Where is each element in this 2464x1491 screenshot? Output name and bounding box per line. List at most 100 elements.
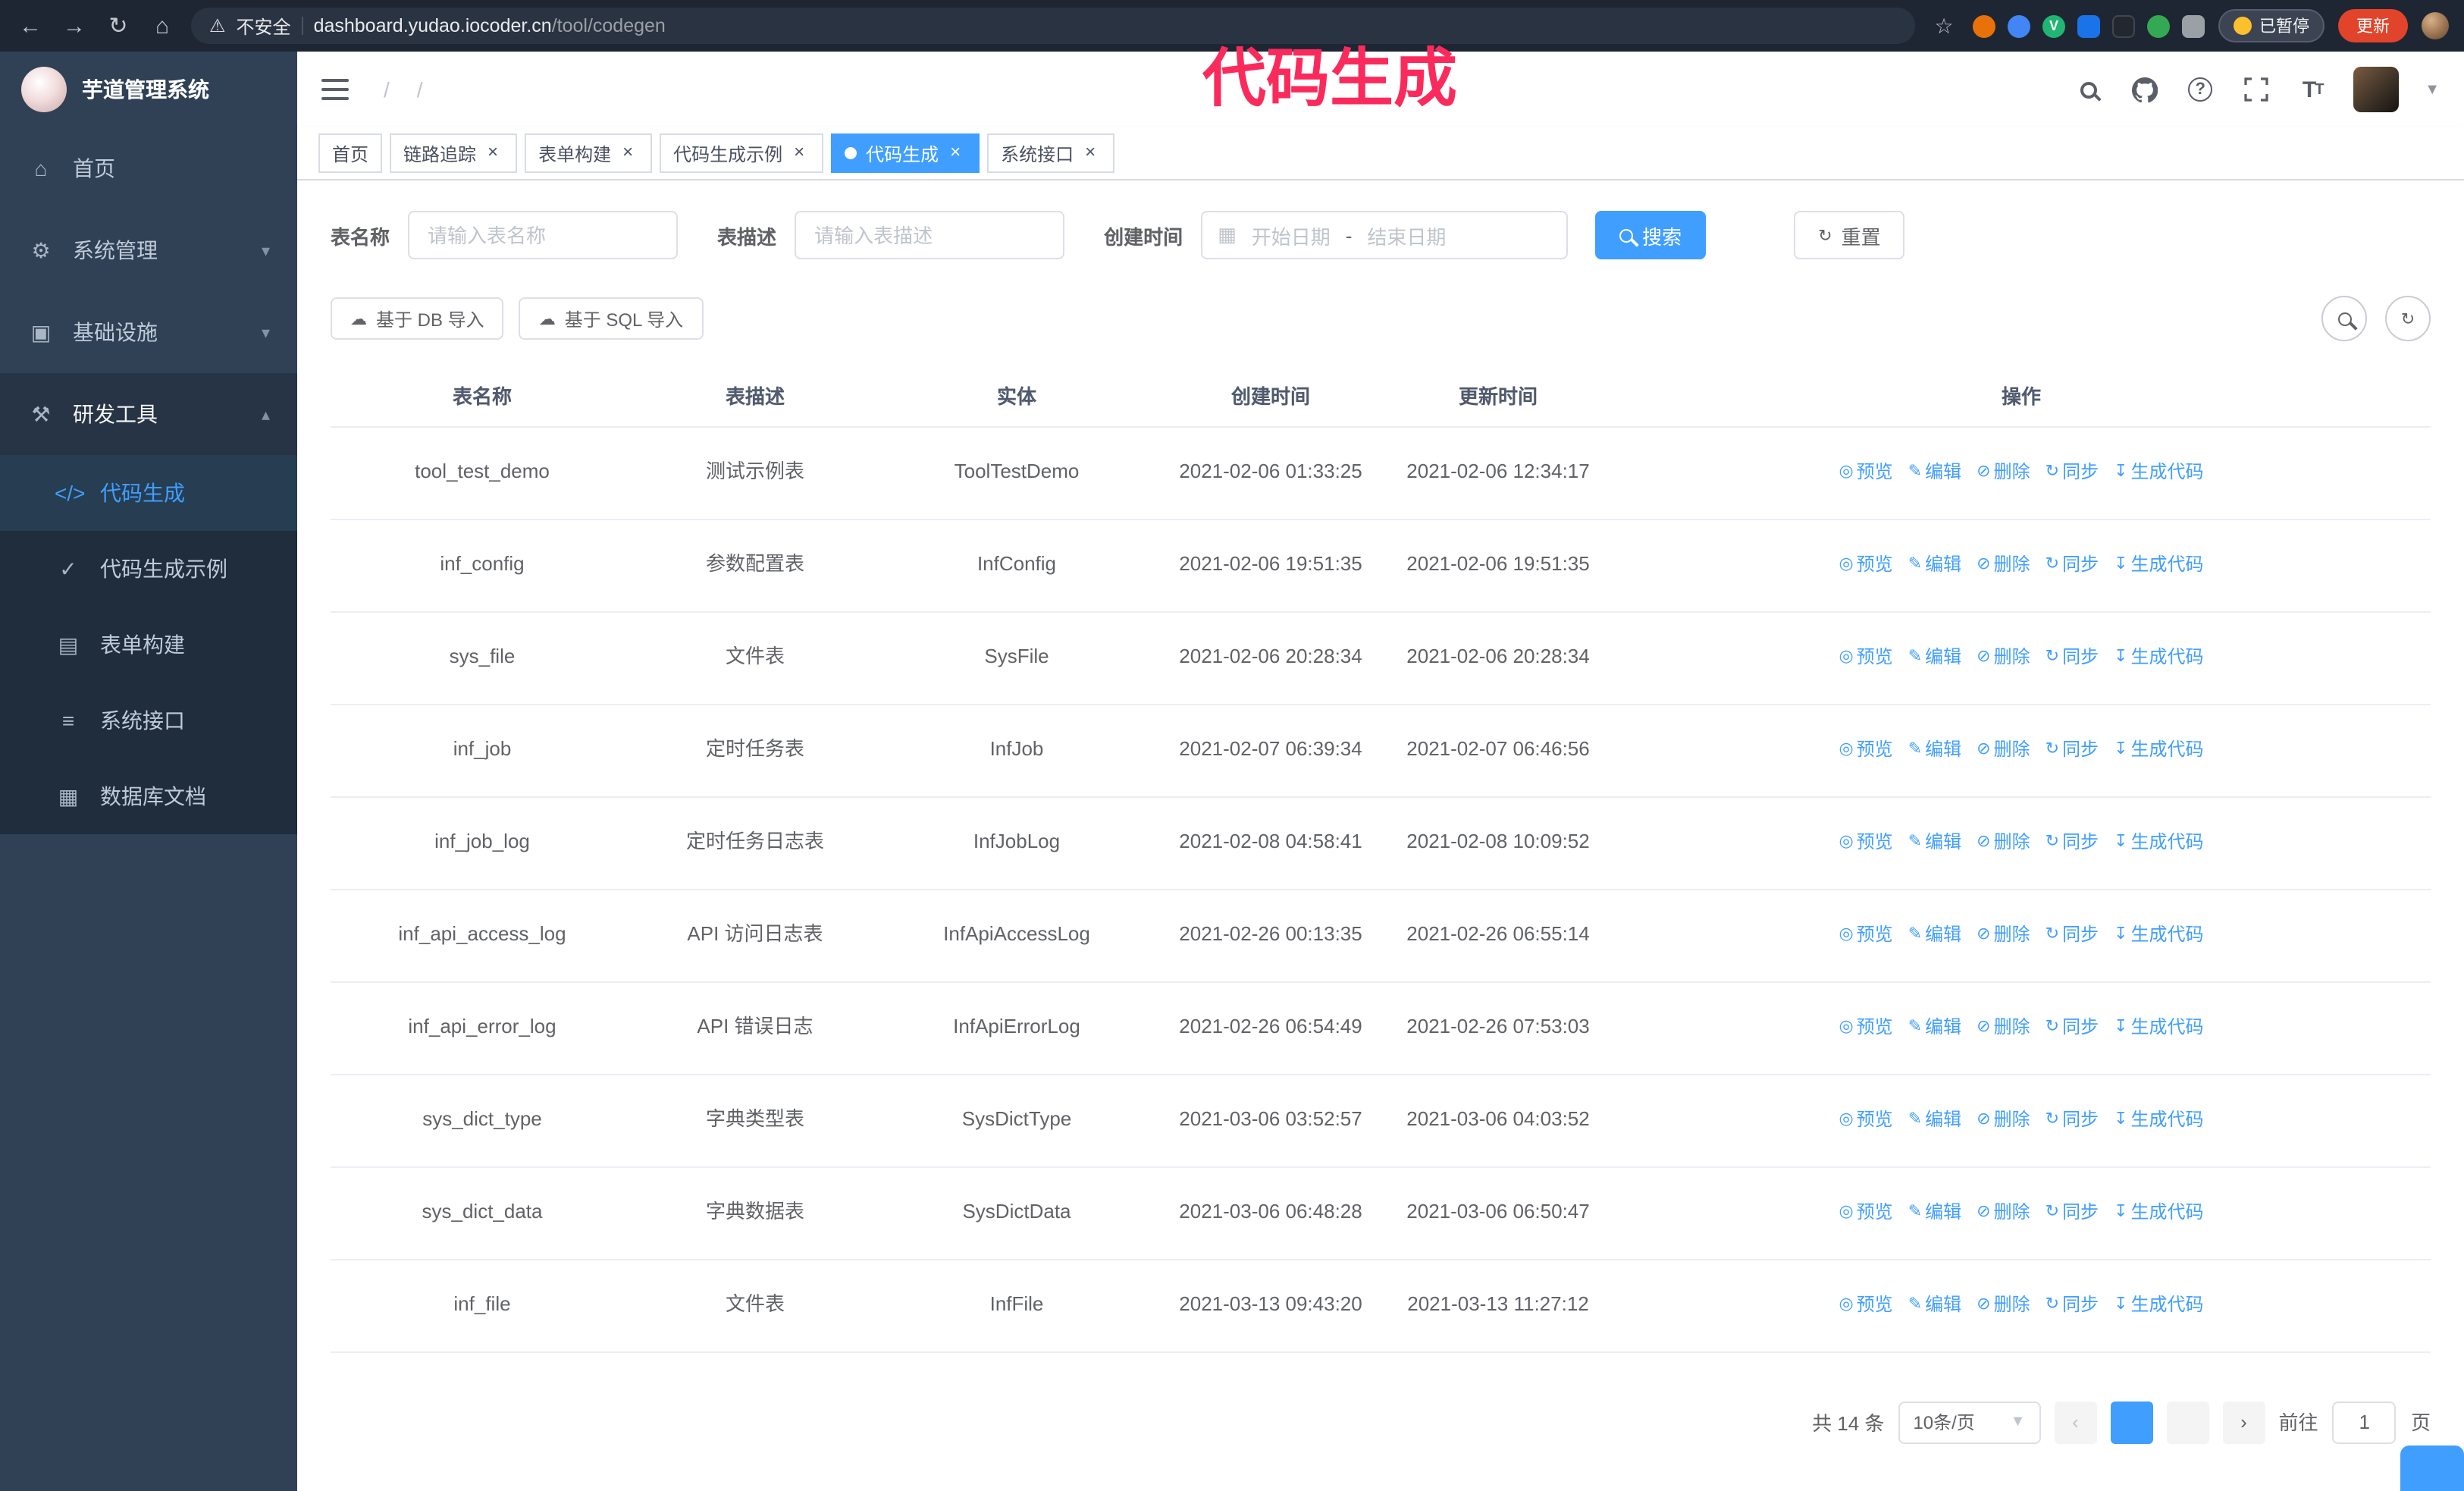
date-range-picker[interactable]: 开始日期 - 结束日期 — [1201, 211, 1569, 259]
date-start-placeholder[interactable]: 开始日期 — [1252, 221, 1331, 250]
hamburger-icon[interactable] — [321, 79, 349, 100]
back-icon[interactable]: ← — [15, 13, 45, 39]
github-icon[interactable] — [2129, 74, 2159, 105]
preview-link[interactable]: 预览 — [1839, 828, 1893, 857]
edit-link[interactable]: 编辑 — [1908, 1106, 1961, 1135]
tab-close-icon[interactable]: × — [617, 142, 638, 164]
date-end-placeholder[interactable]: 结束日期 — [1367, 221, 1446, 250]
tab[interactable]: 链路追踪 × — [390, 133, 518, 173]
preview-link[interactable]: 预览 — [1839, 1198, 1893, 1227]
edit-link[interactable]: 编辑 — [1908, 551, 1961, 579]
preview-link[interactable]: 预览 — [1839, 643, 1893, 672]
generate-code-link[interactable]: 生成代码 — [2114, 643, 2204, 672]
search-button[interactable]: 搜索 — [1595, 211, 1707, 259]
sync-link[interactable]: 同步 — [2045, 1106, 2099, 1135]
tab[interactable]: 代码生成示例 × — [660, 133, 824, 173]
tab[interactable]: 首页 — [318, 133, 383, 173]
sidebar-submenu-item[interactable]: </> 代码生成 — [0, 455, 297, 531]
sidebar-submenu-item[interactable]: ▤ 表单构建 — [0, 607, 297, 683]
sync-link[interactable]: 同步 — [2045, 643, 2099, 672]
preview-link[interactable]: 预览 — [1839, 551, 1893, 579]
user-avatar[interactable] — [2353, 67, 2400, 112]
delete-link[interactable]: 删除 — [1977, 1291, 2030, 1320]
extension-icon[interactable] — [1973, 14, 1995, 37]
generate-code-link[interactable]: 生成代码 — [2114, 921, 2204, 950]
sync-link[interactable]: 同步 — [2045, 1198, 2099, 1227]
table-desc-input[interactable] — [795, 211, 1065, 259]
preview-link[interactable]: 预览 — [1839, 1291, 1893, 1320]
extension-icon[interactable] — [2112, 14, 2135, 37]
chevron-down-icon[interactable]: ▼ — [2425, 81, 2440, 98]
extension-icon[interactable] — [2147, 14, 2170, 37]
reload-icon[interactable]: ↻ — [103, 12, 133, 39]
generate-code-link[interactable]: 生成代码 — [2114, 1198, 2204, 1227]
sync-link[interactable]: 同步 — [2045, 458, 2099, 487]
backtop-button[interactable] — [2400, 1445, 2464, 1491]
sidebar-submenu-item[interactable]: ✓ 代码生成示例 — [0, 531, 297, 607]
delete-link[interactable]: 删除 — [1977, 921, 2030, 950]
refresh-button[interactable] — [2385, 296, 2431, 341]
preview-link[interactable]: 预览 — [1839, 736, 1893, 764]
edit-link[interactable]: 编辑 — [1908, 458, 1961, 487]
search-icon[interactable] — [2073, 74, 2103, 105]
fullscreen-icon[interactable] — [2241, 74, 2271, 105]
edit-link[interactable]: 编辑 — [1908, 736, 1961, 764]
sync-link[interactable]: 同步 — [2045, 921, 2099, 950]
next-page-button[interactable]: › — [2222, 1401, 2265, 1443]
import-sql-button[interactable]: 基于 SQL 导入 — [519, 297, 704, 340]
edit-link[interactable]: 编辑 — [1908, 1013, 1961, 1042]
tab-close-icon[interactable]: × — [482, 142, 503, 164]
preview-link[interactable]: 预览 — [1839, 921, 1893, 950]
sync-link[interactable]: 同步 — [2045, 736, 2099, 764]
generate-code-link[interactable]: 生成代码 — [2114, 1291, 2204, 1320]
security-label[interactable]: 不安全 — [237, 13, 291, 39]
extension-icon[interactable]: V — [2042, 14, 2065, 37]
preview-link[interactable]: 预览 — [1839, 1013, 1893, 1042]
update-button[interactable]: 更新 — [2338, 9, 2408, 42]
tab-close-icon[interactable]: × — [945, 142, 966, 164]
page-number-button[interactable] — [2166, 1401, 2209, 1443]
edit-link[interactable]: 编辑 — [1908, 1198, 1961, 1227]
edit-link[interactable]: 编辑 — [1908, 643, 1961, 672]
sync-link[interactable]: 同步 — [2045, 551, 2099, 579]
edit-link[interactable]: 编辑 — [1908, 1291, 1961, 1320]
app-logo[interactable]: 芋道管理系统 — [0, 52, 297, 127]
sidebar-submenu-item[interactable]: ▦ 数据库文档 — [0, 758, 297, 834]
paused-badge[interactable]: 已暂停 — [2218, 9, 2324, 42]
sidebar-submenu-item[interactable]: ≡ 系统接口 — [0, 683, 297, 758]
generate-code-link[interactable]: 生成代码 — [2114, 551, 2204, 579]
preview-link[interactable]: 预览 — [1839, 1106, 1893, 1135]
home-icon[interactable]: ⌂ — [147, 13, 177, 39]
address-bar[interactable]: ⚠ 不安全 dashboard.yudao.iocoder.cn/tool/co… — [191, 8, 1915, 44]
sync-link[interactable]: 同步 — [2045, 1291, 2099, 1320]
preview-link[interactable]: 预览 — [1839, 458, 1893, 487]
tab-close-icon[interactable]: × — [788, 142, 810, 164]
page-size-select[interactable]: 10条/页 ▼ — [1898, 1401, 2041, 1443]
goto-page-input[interactable] — [2332, 1401, 2397, 1443]
delete-link[interactable]: 删除 — [1977, 1198, 2030, 1227]
sidebar-menu-item[interactable]: ⚒ 研发工具 ▴ — [0, 373, 297, 455]
delete-link[interactable]: 删除 — [1977, 828, 2030, 857]
generate-code-link[interactable]: 生成代码 — [2114, 1106, 2204, 1135]
sync-link[interactable]: 同步 — [2045, 828, 2099, 857]
tab[interactable]: 系统接口 × — [987, 133, 1115, 173]
url-text[interactable]: dashboard.yudao.iocoder.cn/tool/codegen — [314, 15, 666, 36]
tab[interactable]: 表单构建 × — [525, 133, 653, 173]
delete-link[interactable]: 删除 — [1977, 1106, 2030, 1135]
delete-link[interactable]: 删除 — [1977, 1013, 2030, 1042]
sync-link[interactable]: 同步 — [2045, 1013, 2099, 1042]
browser-avatar[interactable] — [2422, 12, 2449, 39]
extension-icon[interactable] — [2077, 14, 2100, 37]
edit-link[interactable]: 编辑 — [1908, 921, 1961, 950]
page-number-button[interactable] — [2110, 1401, 2153, 1443]
edit-link[interactable]: 编辑 — [1908, 828, 1961, 857]
bookmark-star-icon[interactable]: ☆ — [1929, 13, 1959, 39]
puzzle-extensions-icon[interactable] — [2182, 14, 2205, 37]
import-db-button[interactable]: 基于 DB 导入 — [331, 297, 504, 340]
font-size-icon[interactable]: TT — [2297, 74, 2328, 105]
generate-code-link[interactable]: 生成代码 — [2114, 736, 2204, 764]
toggle-search-button[interactable] — [2321, 296, 2367, 341]
generate-code-link[interactable]: 生成代码 — [2114, 828, 2204, 857]
tab[interactable]: 代码生成 × — [831, 133, 980, 173]
sidebar-menu-item[interactable]: ⌂ 首页 — [0, 127, 297, 209]
